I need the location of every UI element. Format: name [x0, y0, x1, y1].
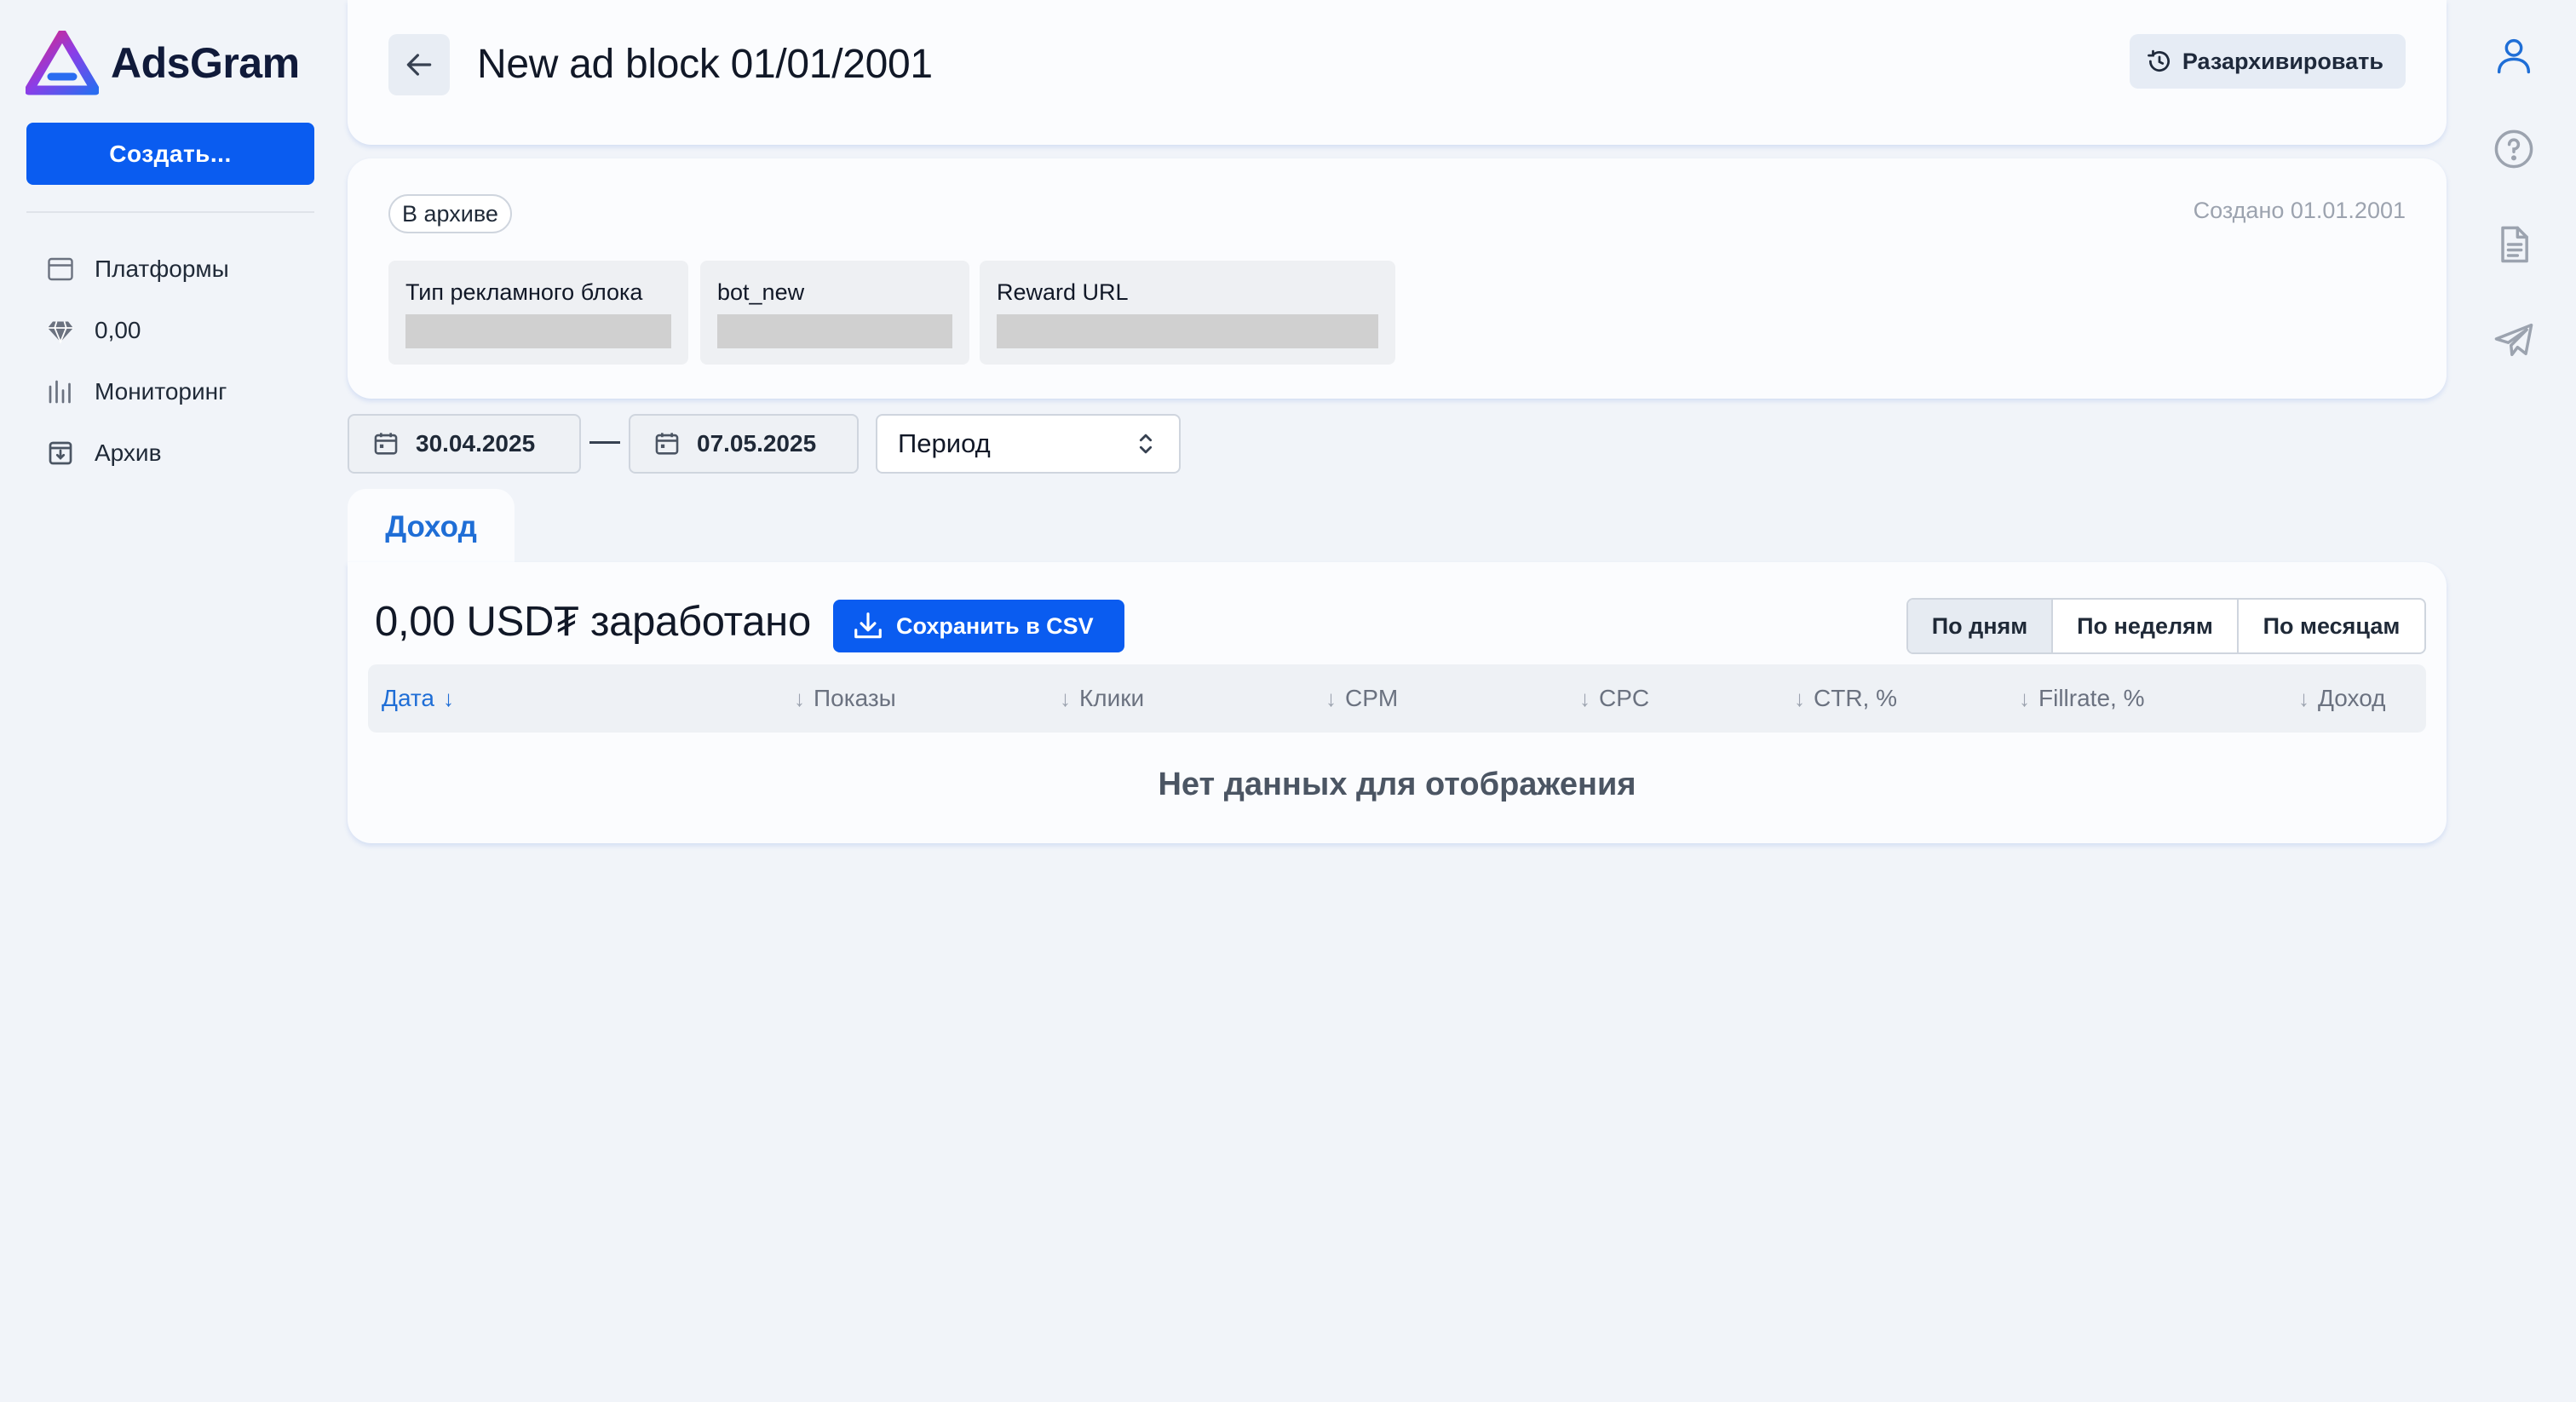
date-from-value: 30.04.2025	[416, 430, 536, 457]
arrow-left-icon	[406, 54, 432, 76]
sidebar-nav: Платформы 0,00 Мониторинг Архив	[26, 238, 314, 484]
field-value-redacted	[717, 314, 952, 348]
sidebar-item-label: Мониторинг	[95, 378, 227, 405]
calendar-icon	[655, 433, 679, 455]
group-by-months-button[interactable]: По месяцам	[2237, 600, 2424, 652]
chevron-up-down-icon	[1139, 434, 1153, 454]
field-value-redacted	[405, 314, 671, 348]
field-label: Тип рекламного блока	[405, 279, 643, 305]
earned-total: 0,00 USD₮ заработано	[375, 599, 811, 645]
sort-arrow-icon: ↓	[443, 685, 455, 711]
sidebar-item-archive[interactable]: Архив	[26, 422, 314, 484]
sidebar-item-monitoring[interactable]: Мониторинг	[26, 361, 314, 422]
header-card: New ad block 01/01/2001 Разархивировать	[348, 0, 2447, 145]
field-bot: bot_new	[700, 261, 969, 365]
download-icon	[854, 612, 882, 639]
period-select-value: Период	[898, 428, 991, 458]
field-ad-block-type: Тип рекламного блока	[388, 261, 688, 365]
column-label: CPM	[1345, 685, 1399, 711]
bar-chart-icon	[26, 376, 95, 407]
docs-button[interactable]	[2489, 220, 2539, 269]
sort-arrow-icon: ↓	[1794, 685, 1805, 711]
group-by-weeks-button[interactable]: По неделям	[2051, 600, 2237, 652]
column-label: Клики	[1079, 685, 1145, 711]
table-header: Дата ↓ ↓ Показы ↓ Клики ↓ CPM ↓ CPC ↓ CTR, % ↓…	[368, 664, 2426, 733]
sidebar: AdsGram Создать... Платформы 0,00 Монито…	[0, 0, 341, 1402]
column-label: CPC	[1599, 685, 1650, 711]
date-range-separator	[589, 441, 620, 444]
status-badge: В архиве	[388, 194, 512, 233]
history-icon	[2148, 49, 2170, 72]
column-header-cpm[interactable]: ↓ CPM	[1325, 664, 1398, 733]
sort-arrow-icon: ↓	[1579, 685, 1590, 711]
column-header-clicks[interactable]: ↓ Клики	[1060, 664, 1144, 733]
sort-arrow-icon: ↓	[1325, 685, 1337, 711]
column-label: CTR, %	[1814, 685, 1897, 711]
archive-icon	[26, 438, 95, 468]
user-icon	[2497, 38, 2531, 74]
telegram-button[interactable]	[2489, 315, 2539, 365]
unarchive-label: Разархивировать	[2182, 48, 2383, 74]
column-header-fillrate[interactable]: ↓ Fillrate, %	[2019, 664, 2144, 733]
unarchive-button[interactable]: Разархивировать	[2129, 34, 2406, 89]
page-title: New ad block 01/01/2001	[477, 42, 933, 87]
sort-arrow-icon: ↓	[2019, 685, 2030, 711]
sidebar-item-label: Платформы	[95, 256, 229, 282]
sidebar-item-label: Архив	[95, 440, 162, 466]
field-label: bot_new	[717, 279, 805, 305]
empty-state-text: Нет данных для отображения	[1158, 767, 1636, 802]
help-circle-icon	[2494, 129, 2533, 169]
column-label: Показы	[814, 685, 896, 711]
date-to-value: 07.05.2025	[697, 430, 817, 457]
column-header-impressions[interactable]: ↓ Показы	[794, 664, 896, 733]
save-csv-label: Сохранить в CSV	[896, 612, 1094, 639]
sort-arrow-icon: ↓	[2298, 685, 2309, 711]
diamond-icon	[26, 315, 95, 346]
sidebar-item-label: 0,00	[95, 317, 141, 343]
save-csv-button[interactable]: Сохранить в CSV	[833, 600, 1124, 652]
column-label: Fillrate, %	[2038, 685, 2145, 711]
sort-arrow-icon: ↓	[1060, 685, 1071, 711]
column-header-cpc[interactable]: ↓ CPC	[1579, 664, 1649, 733]
sort-arrow-icon: ↓	[794, 685, 805, 711]
date-to-picker[interactable]: 07.05.2025	[629, 414, 859, 474]
adsgram-logo-icon	[26, 31, 99, 95]
field-reward-url: Reward URL	[980, 261, 1395, 365]
group-by-toggle: По дням По неделям По месяцам	[1906, 598, 2426, 654]
sidebar-item-platforms[interactable]: Платформы	[26, 238, 314, 300]
sidebar-divider	[26, 211, 314, 213]
date-from-picker[interactable]: 30.04.2025	[348, 414, 581, 474]
right-rail	[2457, 0, 2576, 1402]
field-value-redacted	[997, 314, 1378, 348]
stats-card: 0,00 USD₮ заработано Сохранить в CSV По …	[348, 562, 2447, 843]
sidebar-item-balance[interactable]: 0,00	[26, 300, 314, 361]
calendar-icon	[26, 254, 95, 284]
field-label: Reward URL	[997, 279, 1129, 305]
column-header-income[interactable]: ↓ Доход	[2298, 664, 2386, 733]
tab-income[interactable]: Доход	[348, 489, 515, 566]
group-by-days-button[interactable]: По дням	[1908, 600, 2051, 652]
back-button[interactable]	[388, 34, 450, 95]
logo[interactable]: AdsGram	[26, 31, 300, 95]
telegram-icon	[2494, 323, 2533, 357]
help-button[interactable]	[2489, 124, 2539, 174]
brand-name: AdsGram	[111, 39, 300, 87]
column-header-ctr[interactable]: ↓ CTR, %	[1794, 664, 1897, 733]
calendar-icon	[374, 433, 398, 455]
period-select[interactable]: Период	[876, 414, 1181, 474]
create-button[interactable]: Создать...	[26, 123, 314, 185]
column-header-date[interactable]: Дата ↓	[382, 664, 454, 733]
column-label: Дата	[382, 685, 435, 711]
created-date: Создано 01.01.2001	[2193, 198, 2406, 223]
info-card: В архиве Создано 01.01.2001 Тип рекламно…	[348, 158, 2447, 399]
column-label: Доход	[2318, 685, 2386, 711]
document-icon	[2501, 226, 2528, 263]
profile-button[interactable]	[2489, 31, 2539, 80]
